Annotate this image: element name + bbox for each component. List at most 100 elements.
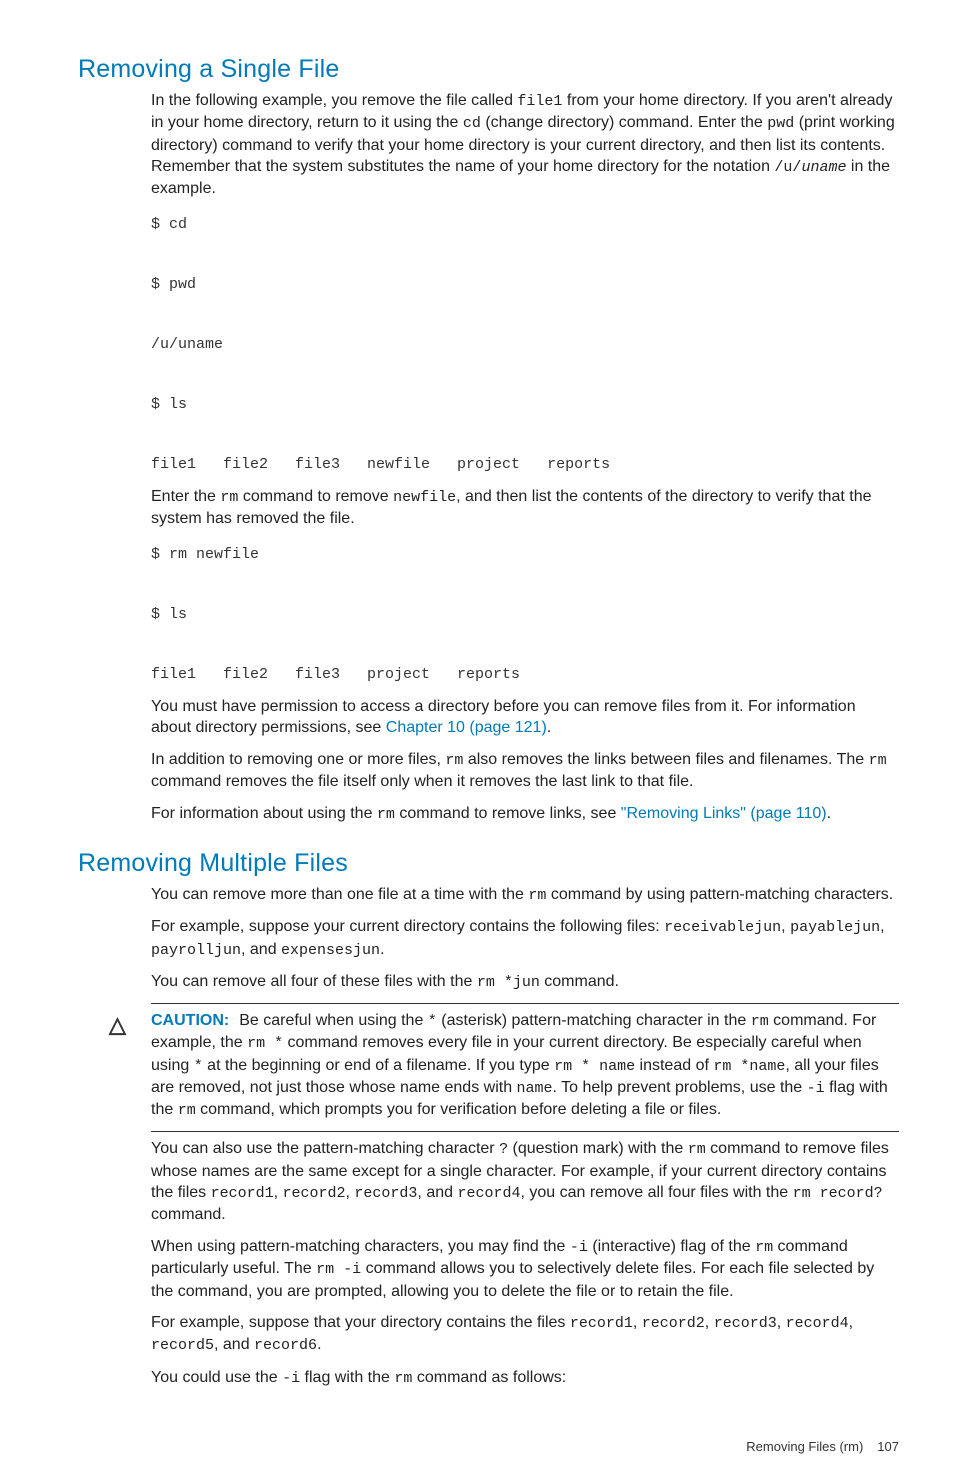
divider — [151, 1131, 899, 1132]
code-inline: -i — [807, 1080, 825, 1097]
paragraph: In the following example, you remove the… — [151, 90, 899, 200]
code-inline: rm — [751, 1013, 769, 1030]
code-inline: * — [428, 1013, 437, 1030]
text: . — [547, 719, 551, 736]
section-1-body: In the following example, you remove the… — [151, 90, 899, 825]
text: For information about using the — [151, 805, 377, 822]
paragraph: You can remove more than one file at a t… — [151, 884, 899, 906]
text: command to remove links, see — [395, 805, 621, 822]
code-inline: record3 — [354, 1185, 417, 1202]
link-chapter-10[interactable]: Chapter 10 (page 121) — [386, 719, 547, 736]
code-inline: record5 — [151, 1337, 214, 1354]
text: , — [777, 1314, 786, 1331]
text: , — [849, 1314, 853, 1331]
text: Enter the — [151, 488, 220, 505]
code-inline: rm *jun — [477, 974, 540, 991]
text: at the beginning or end of a filename. I… — [203, 1057, 554, 1074]
footer-text: Removing Files (rm) — [746, 1439, 863, 1454]
code-inline: rm — [528, 887, 546, 904]
text: You can remove more than one file at a t… — [151, 886, 528, 903]
code-inline: file1 — [517, 93, 562, 110]
code-inline: rm * name — [554, 1058, 635, 1075]
text: You can remove all four of these files w… — [151, 973, 477, 990]
code-inline: cd — [463, 115, 481, 132]
text: (asterisk) pattern-matching character in… — [437, 1012, 751, 1029]
page-container: Removing a Single File In the following … — [0, 0, 954, 1484]
code-inline: record4 — [786, 1315, 849, 1332]
code-inline: rm -i — [316, 1261, 361, 1278]
code-inline: rm — [688, 1141, 706, 1158]
code-inline: newfile — [393, 489, 456, 506]
text: , and — [417, 1184, 457, 1201]
code-inline: record2 — [283, 1185, 346, 1202]
code-inline: record3 — [714, 1315, 777, 1332]
code-inline: rm — [869, 752, 887, 769]
code-block: $ rm newfile $ ls file1 file2 file3 proj… — [151, 540, 899, 690]
code-inline: -i — [570, 1239, 588, 1256]
code-inline: record4 — [457, 1185, 520, 1202]
code-inline: rm — [445, 752, 463, 769]
heading-removing-multiple-files: Removing Multiple Files — [78, 849, 899, 878]
text: . — [380, 941, 384, 958]
text: In addition to removing one or more file… — [151, 751, 445, 768]
text: , — [705, 1314, 714, 1331]
paragraph: For example, suppose that your directory… — [151, 1312, 899, 1357]
text: You could use the — [151, 1369, 282, 1386]
text: , — [781, 918, 790, 935]
heading-removing-single-file: Removing a Single File — [78, 55, 899, 84]
paragraph: In addition to removing one or more file… — [151, 749, 899, 793]
code-block: $ cd $ pwd /u/uname $ ls file1 file2 fil… — [151, 210, 899, 480]
code-inline: rm — [394, 1370, 412, 1387]
text: command to remove — [238, 488, 393, 505]
text: (change directory) command. Enter the — [481, 114, 767, 131]
code-inline: rm record? — [793, 1185, 883, 1202]
caution-block: △ CAUTION:Be careful when using the * (a… — [151, 1010, 899, 1121]
divider — [151, 1003, 899, 1004]
caution-label: CAUTION: — [151, 1012, 229, 1029]
code-inline: payrolljun — [151, 942, 241, 959]
code-inline: record2 — [642, 1315, 705, 1332]
text: In the following example, you remove the… — [151, 92, 517, 109]
text: (question mark) with the — [508, 1140, 688, 1157]
text: command as follows: — [412, 1369, 566, 1386]
text: , and — [241, 941, 281, 958]
text: (interactive) flag of the — [588, 1238, 755, 1255]
code-inline: -i — [282, 1370, 300, 1387]
code-inline: pwd — [767, 115, 794, 132]
text: , and — [214, 1336, 254, 1353]
text: You can also use the pattern-matching ch… — [151, 1140, 499, 1157]
text: , — [880, 918, 884, 935]
code-inline: record6 — [254, 1337, 317, 1354]
text: command by using pattern-matching charac… — [546, 886, 893, 903]
paragraph: For information about using the rm comma… — [151, 803, 899, 825]
code-inline: rm — [755, 1239, 773, 1256]
paragraph: You can remove all four of these files w… — [151, 971, 899, 993]
text: . To help prevent problems, use the — [553, 1079, 807, 1096]
text: . — [317, 1336, 321, 1353]
code-inline: * — [194, 1058, 203, 1075]
code-inline: name — [517, 1080, 553, 1097]
text: , — [274, 1184, 283, 1201]
link-removing-links[interactable]: "Removing Links" (page 110) — [621, 805, 827, 822]
code-inline: rm *name — [713, 1058, 785, 1075]
paragraph: You could use the -i flag with the rm co… — [151, 1367, 899, 1389]
page-number: 107 — [877, 1439, 899, 1454]
code-inline: /u/ — [774, 159, 801, 176]
code-inline: receivablejun — [664, 919, 781, 936]
text: command removes the file itself only whe… — [151, 773, 693, 790]
text: . — [827, 805, 831, 822]
code-inline: expensesjun — [281, 942, 380, 959]
code-inline: record1 — [570, 1315, 633, 1332]
code-inline: payablejun — [790, 919, 880, 936]
page-footer: Removing Files (rm) 107 — [78, 1439, 899, 1454]
text: instead of — [635, 1057, 713, 1074]
code-inline: rm — [377, 806, 395, 823]
caution-icon: △ — [109, 1012, 126, 1038]
text: Be careful when using the — [239, 1012, 428, 1029]
code-inline: rm — [178, 1102, 196, 1119]
text: For example, suppose that your directory… — [151, 1314, 570, 1331]
text: command, which prompts you for verificat… — [196, 1101, 722, 1118]
code-inline: record1 — [211, 1185, 274, 1202]
text: When using pattern-matching characters, … — [151, 1238, 570, 1255]
text: command. — [540, 973, 619, 990]
